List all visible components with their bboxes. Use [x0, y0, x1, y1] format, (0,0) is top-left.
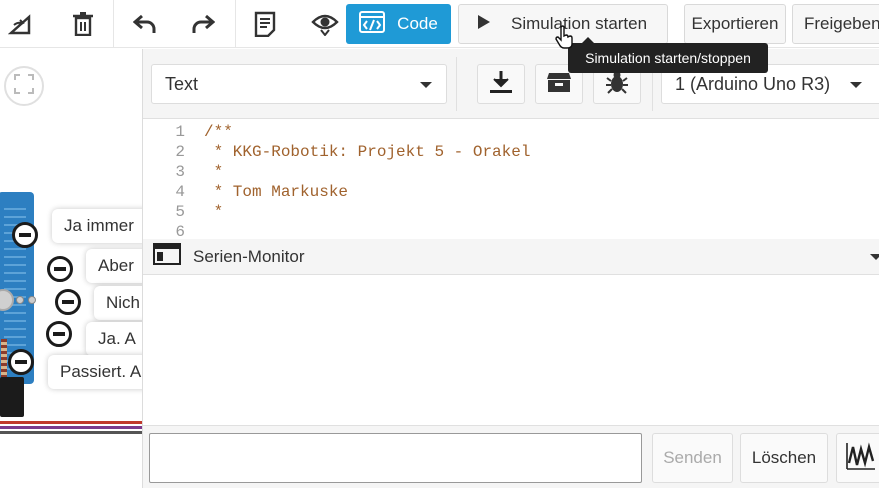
- circuit-canvas[interactable]: Ja immer Aber Nich Ja. A Passiert. A: [0, 49, 142, 488]
- code-line: 2 * KKG-Robotik: Projekt 5 - Orakel: [143, 143, 879, 163]
- bubble-text: Passiert. A: [60, 362, 142, 381]
- serial-footer: Senden Löschen: [143, 425, 879, 488]
- canvas-text-bubble[interactable]: Ja immer: [52, 209, 142, 243]
- download-icon: [489, 69, 513, 100]
- code-line: 5 *: [143, 203, 879, 223]
- share-label: Freigeben: [804, 14, 879, 33]
- notes-icon: [254, 11, 276, 37]
- bubble-text: Aber: [98, 256, 134, 275]
- minus-icon[interactable]: [12, 222, 38, 248]
- tooltip-text: Simulation starten/stoppen: [585, 50, 751, 66]
- code-panel: Text 1 (Arduino Uno R3) 1 /** 2 * KKG-Ro…: [142, 49, 879, 488]
- send-label: Senden: [663, 448, 722, 467]
- minus-icon[interactable]: [46, 321, 72, 347]
- code-line: 6: [143, 223, 879, 239]
- serial-input[interactable]: [149, 433, 642, 483]
- chevron-down-icon: [850, 82, 862, 88]
- fit-view-icon: [14, 73, 34, 99]
- bug-icon: [605, 69, 629, 100]
- chevron-down-icon: [420, 82, 432, 88]
- rotate-button[interactable]: [0, 0, 44, 48]
- canvas-text-bubble[interactable]: Ja. A: [86, 322, 142, 356]
- pin: [28, 296, 36, 304]
- clear-button[interactable]: Löschen: [740, 433, 828, 483]
- pin: [16, 296, 24, 304]
- bubble-text: Ja. A: [98, 329, 136, 348]
- code-mode-value: Text: [165, 73, 199, 94]
- board-select-value: 1 (Arduino Uno R3): [675, 73, 831, 94]
- canvas-text-bubble[interactable]: Passiert. A: [48, 355, 142, 389]
- line-text: /**: [204, 123, 233, 141]
- wire-grey[interactable]: [0, 431, 142, 434]
- start-simulation-label: Simulation starten: [511, 14, 648, 33]
- minus-icon[interactable]: [47, 256, 73, 282]
- download-button[interactable]: [477, 64, 525, 104]
- wire-purple[interactable]: [0, 426, 142, 429]
- editor-toolbar: Text 1 (Arduino Uno R3): [143, 49, 879, 119]
- share-button[interactable]: Freigeben: [792, 4, 879, 44]
- send-button[interactable]: Senden: [652, 433, 733, 483]
- play-icon: [477, 14, 491, 35]
- library-icon: [546, 71, 572, 98]
- line-text: *: [204, 203, 224, 221]
- minus-icon[interactable]: [55, 289, 81, 315]
- redo-button[interactable]: [180, 0, 226, 48]
- serial-monitor-icon: [153, 243, 181, 270]
- delete-button[interactable]: [60, 0, 106, 48]
- view-button[interactable]: [302, 0, 348, 48]
- code-mode-select[interactable]: Text: [151, 64, 447, 104]
- canvas-text-bubble[interactable]: Aber: [86, 249, 142, 283]
- bubble-text: Nich: [106, 293, 141, 312]
- code-button[interactable]: Code: [346, 4, 451, 44]
- main-toolbar: Code Simulation starten Exportieren Frei…: [0, 0, 879, 48]
- graph-icon: [845, 441, 877, 476]
- bubble-text: Ja immer: [64, 216, 134, 235]
- export-label: Exportieren: [691, 14, 779, 33]
- notes-button[interactable]: [242, 0, 288, 48]
- hand-cursor-icon: [555, 25, 575, 54]
- line-number: 6: [175, 223, 185, 239]
- export-button[interactable]: Exportieren: [684, 4, 786, 44]
- resistor[interactable]: [1, 339, 7, 379]
- line-text: * KKG-Robotik: Projekt 5 - Orakel: [204, 143, 531, 161]
- line-number: 1: [175, 123, 185, 141]
- code-icon: [359, 10, 386, 38]
- connector[interactable]: [0, 377, 24, 417]
- code-line: 1 /**: [143, 123, 879, 143]
- code-line: 3 *: [143, 163, 879, 183]
- undo-icon: [133, 14, 157, 34]
- tooltip: Simulation starten/stoppen: [568, 37, 768, 73]
- code-button-label: Code: [397, 14, 438, 33]
- eye-icon: [311, 12, 339, 36]
- line-text: *: [204, 163, 224, 181]
- redo-icon: [191, 14, 215, 34]
- serial-monitor-header[interactable]: Serien-Monitor: [143, 239, 879, 275]
- code-editor[interactable]: 1 /** 2 * KKG-Robotik: Projekt 5 - Orake…: [143, 119, 879, 239]
- clear-label: Löschen: [751, 448, 817, 467]
- chevron-down-icon[interactable]: [870, 254, 879, 260]
- wire-red[interactable]: [0, 421, 142, 424]
- minus-icon[interactable]: [8, 349, 34, 375]
- line-text: * Tom Markuske: [204, 183, 349, 201]
- serial-monitor-title: Serien-Monitor: [193, 246, 305, 266]
- undo-button[interactable]: [122, 0, 168, 48]
- serial-output: [143, 275, 879, 425]
- line-number: 3: [175, 163, 185, 181]
- line-number: 4: [175, 183, 185, 201]
- code-line: 4 * Tom Markuske: [143, 183, 879, 203]
- trash-icon: [73, 12, 93, 36]
- graph-button[interactable]: [836, 433, 879, 483]
- canvas-text-bubble[interactable]: Nich: [94, 286, 142, 320]
- rotate-icon: [8, 13, 36, 35]
- line-number: 2: [175, 143, 185, 161]
- line-number: 5: [175, 203, 185, 221]
- zoom-to-fit-button[interactable]: [4, 66, 44, 106]
